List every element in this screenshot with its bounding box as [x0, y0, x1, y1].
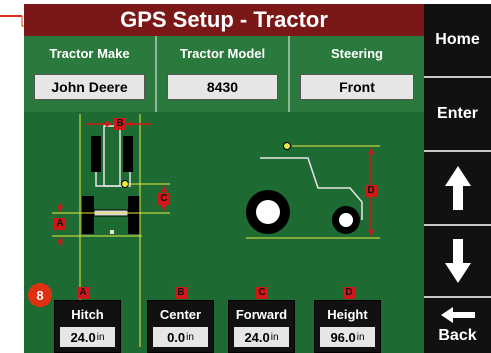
- center-unit: in: [186, 331, 194, 343]
- down-button[interactable]: [424, 226, 491, 298]
- param-make-label: Tractor Make: [49, 46, 130, 61]
- param-steering: Steering Front: [290, 36, 424, 112]
- up-button[interactable]: [424, 152, 491, 226]
- hitch-value-box[interactable]: 24.0 in: [60, 327, 115, 347]
- home-button-label: Home: [435, 31, 480, 48]
- back-button-label: Back: [438, 326, 477, 344]
- height-label: Height: [327, 307, 368, 322]
- callout-badge: 8: [28, 283, 52, 307]
- param-model: Tractor Model 8430: [157, 36, 290, 112]
- arrow-up-icon: [444, 166, 471, 210]
- back-button[interactable]: Back: [424, 298, 491, 353]
- forward-label: Forward: [235, 307, 288, 322]
- enter-button[interactable]: Enter: [424, 78, 491, 152]
- tractor-params-panel: Tractor Make John Deere Tractor Model 84…: [24, 36, 424, 112]
- hitch-unit: in: [96, 331, 105, 343]
- tractor-make-field[interactable]: John Deere: [34, 74, 145, 100]
- home-button[interactable]: Home: [424, 4, 491, 78]
- arrow-down-icon: [444, 239, 471, 283]
- hitch-field[interactable]: Hitch 24.0 in: [54, 300, 121, 353]
- marker-d: D: [365, 185, 377, 197]
- marker-a: A: [54, 218, 66, 230]
- field-letter-c: C: [256, 287, 268, 299]
- hitch-value: 24.0: [70, 329, 96, 345]
- forward-field[interactable]: Forward 24.0 in: [228, 300, 295, 353]
- field-letter-d: D: [343, 287, 355, 299]
- center-value: 0.0: [167, 329, 186, 345]
- tractor-model-field[interactable]: 8430: [167, 74, 278, 100]
- header-bar: GPS Setup - Tractor: [24, 4, 424, 36]
- param-model-label: Tractor Model: [179, 46, 266, 61]
- steering-field[interactable]: Front: [300, 74, 414, 100]
- marker-b: B: [114, 118, 126, 130]
- param-make: Tractor Make John Deere: [24, 36, 157, 112]
- forward-unit: in: [270, 331, 279, 343]
- enter-button-label: Enter: [437, 105, 478, 122]
- height-value: 96.0: [330, 329, 356, 345]
- arrow-left-icon: [440, 306, 475, 323]
- height-value-box[interactable]: 96.0 in: [320, 327, 375, 347]
- page-title: GPS Setup - Tractor: [120, 7, 328, 32]
- field-letter-b: B: [175, 287, 187, 299]
- center-value-box[interactable]: 0.0 in: [153, 327, 208, 347]
- marker-c: C: [158, 193, 170, 205]
- forward-value: 24.0: [244, 329, 270, 345]
- forward-value-box[interactable]: 24.0 in: [234, 327, 289, 347]
- center-label: Center: [159, 307, 202, 322]
- height-unit: in: [356, 331, 365, 343]
- center-field[interactable]: Center 0.0 in: [147, 300, 214, 353]
- field-letter-a: A: [77, 287, 89, 299]
- hitch-label: Hitch: [71, 307, 104, 322]
- right-nav-panel: Home Enter Back: [424, 4, 491, 353]
- param-steering-label: Steering: [330, 46, 383, 61]
- height-field[interactable]: Height 96.0 in: [314, 300, 381, 353]
